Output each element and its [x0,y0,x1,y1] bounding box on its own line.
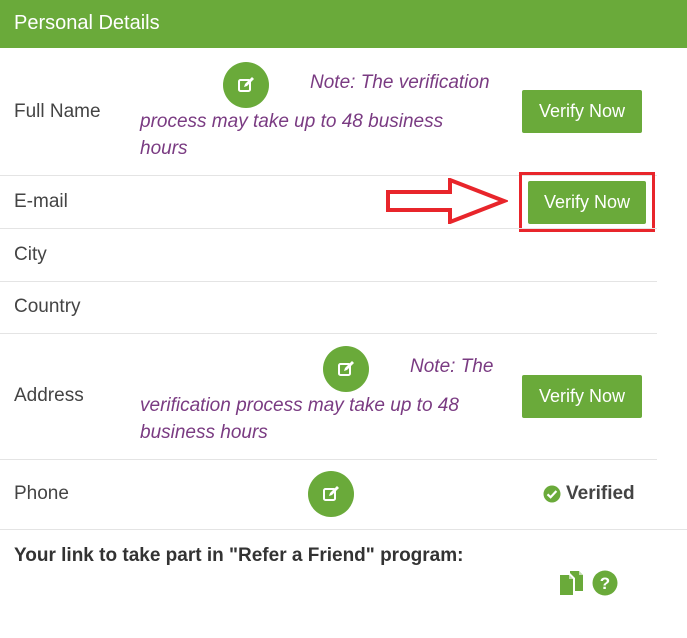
phone-label: Phone [14,483,69,504]
divider [0,281,657,282]
divider [0,333,657,334]
address-label: Address [14,385,84,406]
full-name-note-line3: hours [140,138,188,159]
svg-text:?: ? [600,574,610,593]
address-note-line2: verification process may take up to 48 [140,395,459,416]
city-label: City [14,244,47,265]
address-note-line1: Note: The [410,356,494,377]
verified-text: Verified [566,483,635,504]
divider [0,228,657,229]
edit-full-name-button[interactable] [223,62,269,108]
edit-icon [338,361,354,376]
address-verify-button[interactable]: Verify Now [522,375,642,418]
section-header: Personal Details [0,0,687,48]
arrow-right-icon [386,178,508,224]
full-name-note-line1: Note: The verification [310,72,490,93]
edit-address-button[interactable] [323,346,369,392]
full-name-verify-button[interactable]: Verify Now [522,90,642,133]
help-icon[interactable]: ? [592,570,618,596]
edit-icon [323,486,339,501]
full-name-note-line2: process may take up to 48 business [140,111,444,132]
section-title: Personal Details [14,12,160,34]
edit-icon [238,77,254,92]
divider [0,459,657,460]
country-label: Country [14,296,81,317]
full-name-label: Full Name [14,101,101,122]
phone-verified-status: Verified [543,483,635,505]
check-circle-icon [543,485,561,503]
address-note-line3: business hours [140,422,268,443]
copy-icon[interactable] [558,569,586,597]
refer-heading: Your link to take part in "Refer a Frien… [14,545,464,566]
edit-phone-button[interactable] [308,471,354,517]
email-verify-button[interactable]: Verify Now [528,181,646,224]
email-label: E-mail [14,191,68,212]
divider [0,529,687,530]
